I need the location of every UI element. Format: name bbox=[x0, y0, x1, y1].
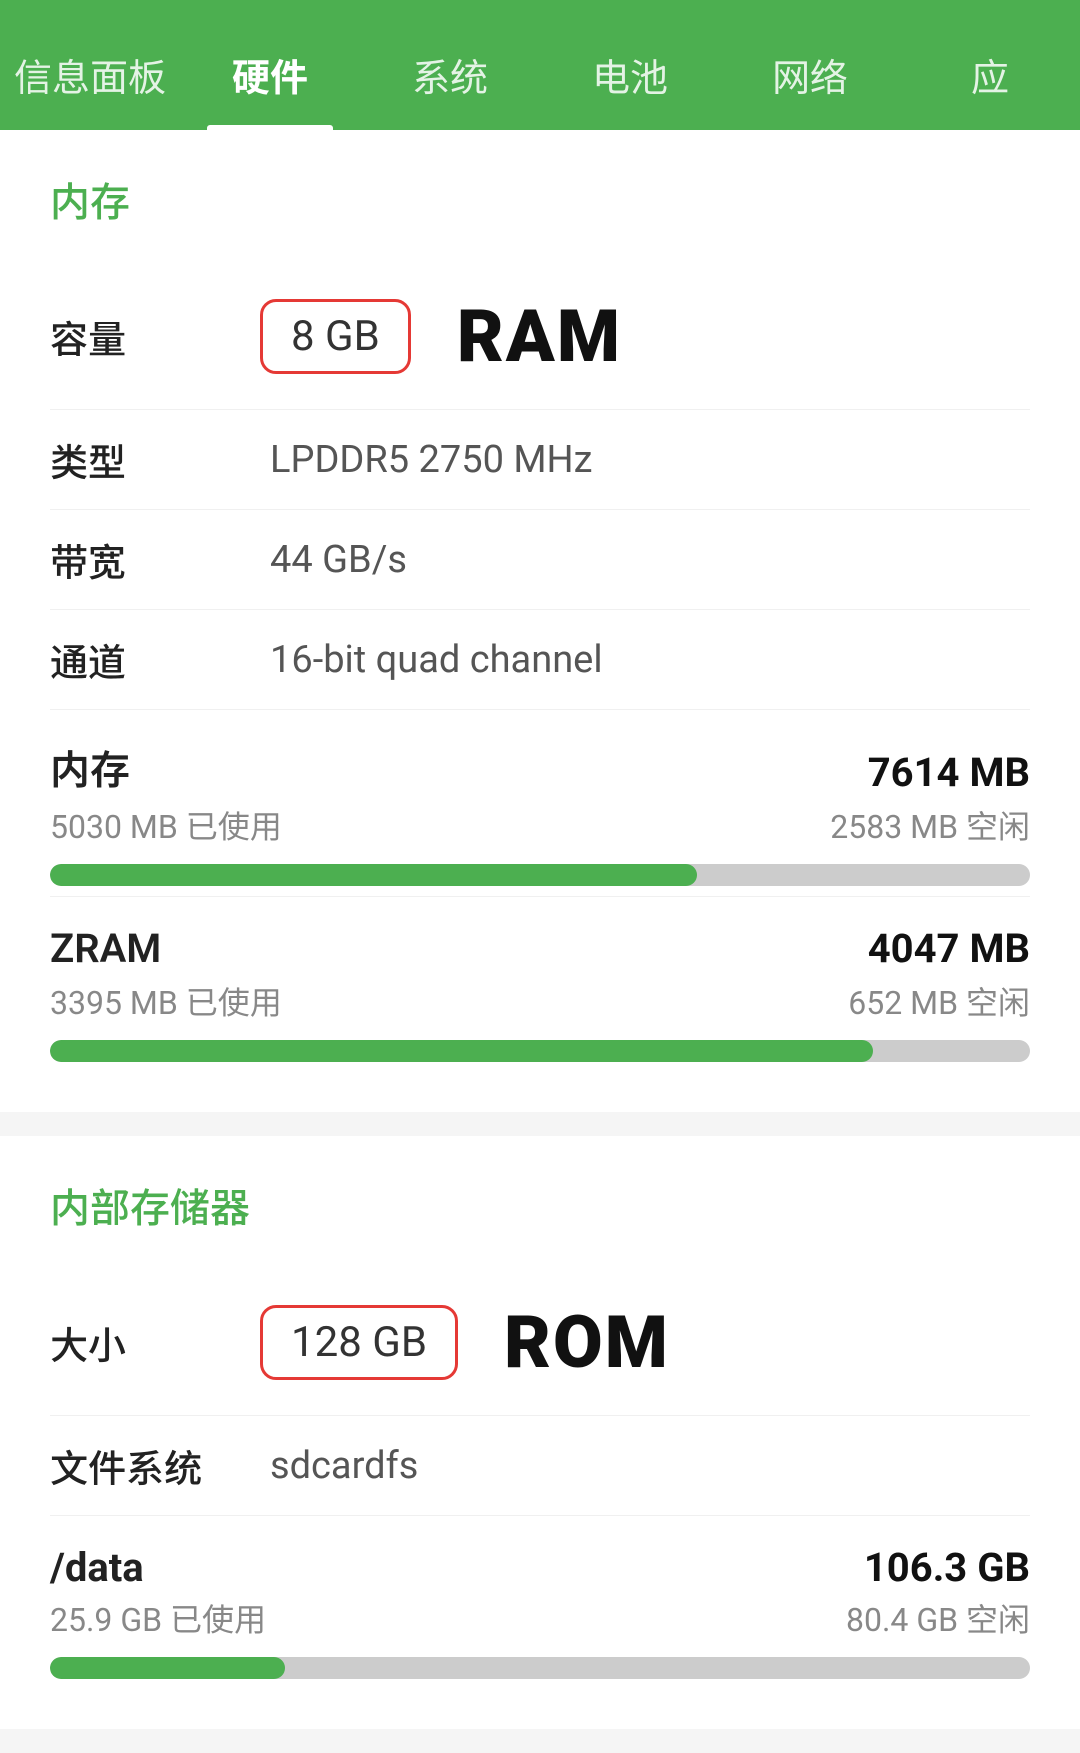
nav-item-battery[interactable]: 电池 bbox=[540, 47, 720, 130]
memory-type-label: 类型 bbox=[50, 432, 230, 487]
memory-channel-label: 通道 bbox=[50, 632, 230, 687]
memory-capacity-label: 容量 bbox=[50, 309, 230, 364]
zram-bar-fill bbox=[50, 1040, 873, 1062]
data-bar-row: /data 106.3 GB 25.9 GB 已使用 80.4 GB 空闲 bbox=[50, 1516, 1030, 1689]
zram-bar-track bbox=[50, 1040, 1030, 1062]
data-bar-track bbox=[50, 1657, 1030, 1679]
nav-item-system[interactable]: 系统 bbox=[360, 47, 540, 130]
ram-bar-fill bbox=[50, 864, 697, 886]
memory-section-title: 内存 bbox=[50, 170, 1030, 228]
storage-filesystem-row: 文件系统 sdcardfs bbox=[50, 1416, 1030, 1516]
data-bar-free: 80.4 GB 空闲 bbox=[846, 1595, 1030, 1641]
zram-bar-free: 652 MB 空闲 bbox=[848, 978, 1030, 1024]
memory-channel-row: 通道 16-bit quad channel bbox=[50, 610, 1030, 710]
nav-item-apps[interactable]: 应 bbox=[900, 47, 1080, 130]
memory-capacity-badge: 8 GB bbox=[260, 299, 411, 374]
memory-type-row: 类型 LPDDR5 2750 MHz bbox=[50, 410, 1030, 510]
memory-bandwidth-value: 44 GB/s bbox=[270, 538, 407, 582]
ram-bar-free: 2583 MB 空闲 bbox=[830, 802, 1030, 848]
memory-section: 内存 容量 8 GB RAM 类型 LPDDR5 2750 MHz 带宽 44 … bbox=[0, 130, 1080, 1112]
zram-bar-total: 4047 MB bbox=[868, 925, 1030, 972]
storage-section: 内部存储器 大小 128 GB ROM 文件系统 sdcardfs /data … bbox=[0, 1136, 1080, 1729]
nav-item-info-panel[interactable]: 信息面板 bbox=[0, 47, 180, 130]
zram-bar-title: ZRAM bbox=[50, 925, 161, 972]
storage-filesystem-value: sdcardfs bbox=[270, 1444, 418, 1488]
data-bar-title: /data bbox=[50, 1544, 144, 1591]
memory-capacity-type: RAM bbox=[457, 294, 622, 379]
memory-bandwidth-row: 带宽 44 GB/s bbox=[50, 510, 1030, 610]
zram-bar-row: ZRAM 4047 MB 3395 MB 已使用 652 MB 空闲 bbox=[50, 897, 1030, 1072]
nav-item-hardware[interactable]: 硬件 bbox=[180, 47, 360, 130]
memory-type-value: LPDDR5 2750 MHz bbox=[270, 438, 593, 482]
memory-capacity-row: 容量 8 GB RAM bbox=[50, 264, 1030, 410]
ram-bar-track bbox=[50, 864, 1030, 886]
ram-bar-row: 内存 7614 MB 5030 MB 已使用 2583 MB 空闲 bbox=[50, 710, 1030, 897]
ram-bar-title: 内存 bbox=[50, 738, 130, 796]
storage-capacity-badge: 128 GB bbox=[260, 1305, 458, 1380]
data-bar-used: 25.9 GB 已使用 bbox=[50, 1595, 266, 1641]
storage-capacity-type: ROM bbox=[504, 1300, 670, 1385]
memory-channel-value: 16-bit quad channel bbox=[270, 638, 603, 682]
nav-item-network[interactable]: 网络 bbox=[720, 47, 900, 130]
storage-section-title: 内部存储器 bbox=[50, 1176, 1030, 1234]
data-bar-fill bbox=[50, 1657, 285, 1679]
data-bar-total: 106.3 GB bbox=[864, 1544, 1030, 1591]
ram-bar-used: 5030 MB 已使用 bbox=[50, 802, 282, 848]
ram-bar-total: 7614 MB bbox=[868, 749, 1030, 796]
storage-filesystem-label: 文件系统 bbox=[50, 1438, 230, 1493]
top-nav: 信息面板 硬件 系统 电池 网络 应 bbox=[0, 0, 1080, 130]
storage-capacity-label: 大小 bbox=[50, 1315, 230, 1370]
zram-bar-used: 3395 MB 已使用 bbox=[50, 978, 282, 1024]
storage-capacity-row: 大小 128 GB ROM bbox=[50, 1270, 1030, 1416]
memory-bandwidth-label: 带宽 bbox=[50, 532, 230, 587]
